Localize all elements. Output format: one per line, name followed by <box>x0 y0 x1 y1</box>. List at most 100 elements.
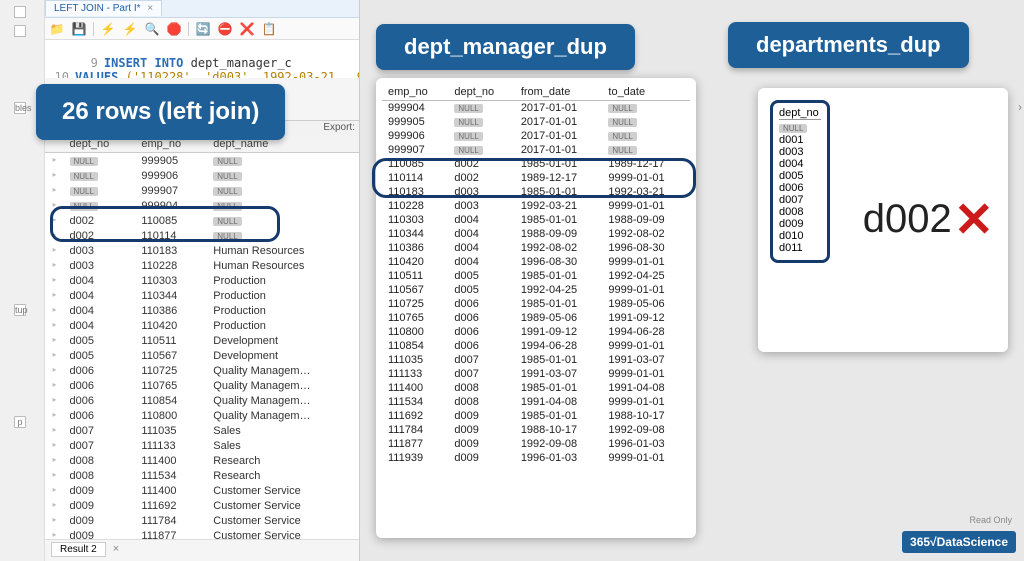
table-row[interactable]: ‣d009111784Customer Service <box>45 513 359 528</box>
cell: 999907 <box>382 143 448 157</box>
table-row[interactable]: ‣d005110511Development <box>45 333 359 348</box>
open-file-icon[interactable]: 📁 <box>49 21 65 37</box>
cell: d006 <box>448 325 514 339</box>
cell: 2017-01-01 <box>515 129 603 143</box>
cell: d006 <box>448 339 514 353</box>
table-row[interactable]: ‣d009111692Customer Service <box>45 498 359 513</box>
cell: d003 <box>64 243 136 258</box>
table-row[interactable]: ‣d004110420Production <box>45 318 359 333</box>
refresh-icon[interactable]: 🔄 <box>195 21 211 37</box>
caption-rowcount: 26 rows (left join) <box>36 84 285 140</box>
table-row[interactable]: ‣d008111400Research <box>45 453 359 468</box>
stop-icon[interactable]: 🛑 <box>166 21 182 37</box>
nav-icon-2[interactable] <box>14 25 26 37</box>
cell: 110303 <box>135 273 207 288</box>
cell: Development <box>207 333 359 348</box>
table-row[interactable]: ‣d002110085NULL <box>45 213 359 228</box>
cell: 999906 <box>135 168 207 183</box>
table-row[interactable]: ‣d003110228Human Resources <box>45 258 359 273</box>
table-row[interactable]: ‣d004110386Production <box>45 303 359 318</box>
cell: 110114 <box>135 228 207 243</box>
col-header: emp_no <box>382 84 448 101</box>
cell: d009 <box>448 423 514 437</box>
cell: Quality Managem… <box>207 378 359 393</box>
execute-icon[interactable]: ⚡ <box>100 21 116 37</box>
cell: 111534 <box>135 468 207 483</box>
nav-icon-1[interactable] <box>14 6 26 18</box>
result-grid[interactable]: dept_noemp_nodept_name‣NULL999905NULL‣NU… <box>45 136 359 539</box>
cell: d009 <box>448 437 514 451</box>
cell: d001 <box>779 134 821 146</box>
cell: 1992-04-25 <box>515 283 603 297</box>
table-row[interactable]: ‣NULL999907NULL <box>45 183 359 198</box>
cell: 2017-01-01 <box>515 115 603 129</box>
cell: d006 <box>64 393 136 408</box>
table-row[interactable]: ‣NULL999904NULL <box>45 198 359 213</box>
table-row[interactable]: ‣d005110567Development <box>45 348 359 363</box>
cell: 1992-04-25 <box>602 269 690 283</box>
error-icon[interactable]: ⛔ <box>217 21 233 37</box>
cell: 111784 <box>382 423 448 437</box>
editor-tab[interactable]: LEFT JOIN - Part I* × <box>45 0 162 16</box>
table-row[interactable]: ‣d002110114NULL <box>45 228 359 243</box>
sql-editor[interactable]: 9INSERT INTO dept_manager_c 10VALUES ('1… <box>45 40 359 78</box>
cell: 110511 <box>135 333 207 348</box>
result-tab-close-icon[interactable]: × <box>113 543 119 555</box>
table-row[interactable]: ‣d009111400Customer Service <box>45 483 359 498</box>
table-row[interactable]: ‣d008111534Research <box>45 468 359 483</box>
cell: 110725 <box>135 363 207 378</box>
cell: 1991-09-12 <box>515 325 603 339</box>
explain-icon[interactable]: 🔍 <box>144 21 160 37</box>
close-icon[interactable]: ❌ <box>239 21 255 37</box>
cell: 1985-01-01 <box>515 381 603 395</box>
scroll-chevron-icon[interactable]: › <box>1018 100 1022 114</box>
execute-step-icon[interactable]: ⚡ <box>122 21 138 37</box>
table-row[interactable]: ‣d006110765Quality Managem… <box>45 378 359 393</box>
table-row[interactable]: ‣d004110344Production <box>45 288 359 303</box>
cell: Sales <box>207 438 359 453</box>
nav-label-p: p <box>14 416 26 428</box>
table-row[interactable]: ‣d007111035Sales <box>45 423 359 438</box>
cell: 111877 <box>135 528 207 539</box>
close-tab-icon[interactable]: × <box>147 3 153 14</box>
cell: d007 <box>448 353 514 367</box>
table-row[interactable]: ‣d007111133Sales <box>45 438 359 453</box>
cell: Quality Managem… <box>207 393 359 408</box>
nav-label-tables: bles <box>14 102 26 114</box>
cell: 111877 <box>382 437 448 451</box>
cell: d006 <box>64 408 136 423</box>
table-row: 999907NULL2017-01-01NULL <box>382 143 690 157</box>
table-row[interactable]: ‣d003110183Human Resources <box>45 243 359 258</box>
cell: 111133 <box>382 367 448 381</box>
cell: d002 <box>64 213 136 228</box>
cell: Development <box>207 348 359 363</box>
cell: 1989-12-17 <box>515 171 603 185</box>
cell: d004 <box>64 288 136 303</box>
right-panel: dept_noNULLd001d003d004d005d006d007d008d… <box>758 88 1008 352</box>
cell: 9999-01-01 <box>602 339 690 353</box>
cell: 9999-01-01 <box>602 395 690 409</box>
cell: 1996-01-03 <box>515 451 603 465</box>
table-row: 110228d0031992-03-219999-01-01 <box>382 199 690 213</box>
snippet-icon[interactable]: 📋 <box>261 21 277 37</box>
table-row[interactable]: ‣d006110800Quality Managem… <box>45 408 359 423</box>
table-row[interactable]: ‣d009111877Customer Service <box>45 528 359 539</box>
cell: 110854 <box>382 339 448 353</box>
cell: d006 <box>448 297 514 311</box>
table-row: 111784d0091988-10-171992-09-08 <box>382 423 690 437</box>
save-file-icon[interactable]: 💾 <box>71 21 87 37</box>
table-row[interactable]: ‣NULL999905NULL <box>45 153 359 169</box>
cell: 110085 <box>382 157 448 171</box>
right-panel-title: departments_dup <box>728 22 969 68</box>
table-row[interactable]: ‣NULL999906NULL <box>45 168 359 183</box>
result-tab[interactable]: Result 2 <box>51 542 106 557</box>
cell: NULL <box>448 101 514 116</box>
cell: d006 <box>64 363 136 378</box>
cell: 110567 <box>135 348 207 363</box>
cell: d009 <box>64 483 136 498</box>
table-row[interactable]: ‣d004110303Production <box>45 273 359 288</box>
cell: d004 <box>448 241 514 255</box>
table-row[interactable]: ‣d006110725Quality Managem… <box>45 363 359 378</box>
cell: d009 <box>64 528 136 539</box>
table-row[interactable]: ‣d006110854Quality Managem… <box>45 393 359 408</box>
